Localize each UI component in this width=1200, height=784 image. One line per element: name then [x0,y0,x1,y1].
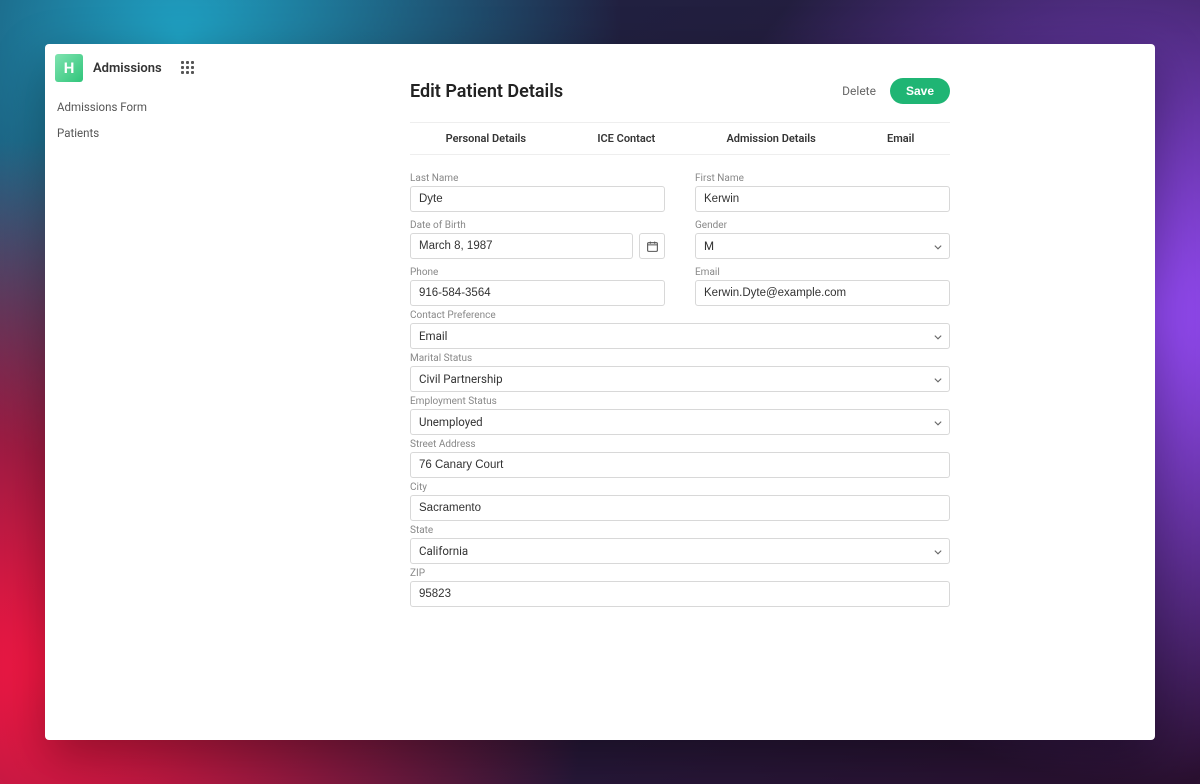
label-city: City [410,482,950,493]
input-last-name[interactable] [410,186,665,212]
label-street: Street Address [410,439,950,450]
label-zip: ZIP [410,568,950,579]
select-contact-pref[interactable]: Email [410,323,950,349]
input-city[interactable] [410,495,950,521]
input-zip[interactable] [410,581,950,607]
tabs: Personal Details ICE Contact Admission D… [410,122,950,155]
select-marital[interactable]: Civil Partnership [410,366,950,392]
select-gender[interactable]: M [695,233,950,259]
label-phone: Phone [410,267,665,278]
input-dob[interactable] [410,233,633,259]
brand-row: H Admissions [45,54,205,94]
delete-button[interactable]: Delete [842,84,876,98]
save-button[interactable]: Save [890,78,950,104]
form-body: Last Name First Name Date of Birth [410,155,950,607]
calendar-button[interactable] [639,233,665,259]
label-contact-pref: Contact Preference [410,310,950,321]
tab-ice-contact[interactable]: ICE Contact [562,123,691,154]
label-marital: Marital Status [410,353,950,364]
tab-personal-details[interactable]: Personal Details [410,123,562,154]
nav-item-admissions-form[interactable]: Admissions Form [45,94,205,120]
page-header: Edit Patient Details Delete Save [410,78,950,104]
app-logo: H [55,54,83,82]
label-employment: Employment Status [410,396,950,407]
page-title: Edit Patient Details [410,81,563,102]
sidebar: H Admissions Admissions Form Patients [45,44,205,740]
app-window: H Admissions Admissions Form Patients Ed… [45,44,1155,740]
select-state[interactable]: California [410,538,950,564]
nav-item-patients[interactable]: Patients [45,120,205,146]
input-street[interactable] [410,452,950,478]
tab-email[interactable]: Email [851,123,950,154]
tab-admission-details[interactable]: Admission Details [691,123,852,154]
label-dob: Date of Birth [410,220,665,231]
header-actions: Delete Save [842,78,950,104]
form-wrap: Edit Patient Details Delete Save Persona… [410,78,950,720]
apps-grid-icon[interactable] [181,61,195,75]
input-phone[interactable] [410,280,665,306]
input-email[interactable] [695,280,950,306]
label-gender: Gender [695,220,950,231]
label-email: Email [695,267,950,278]
label-state: State [410,525,950,536]
label-last-name: Last Name [410,173,665,184]
calendar-icon [646,240,659,253]
input-first-name[interactable] [695,186,950,212]
label-first-name: First Name [695,173,950,184]
main-content: Edit Patient Details Delete Save Persona… [205,44,1155,740]
app-title: Admissions [93,61,162,76]
select-employment[interactable]: Unemployed [410,409,950,435]
